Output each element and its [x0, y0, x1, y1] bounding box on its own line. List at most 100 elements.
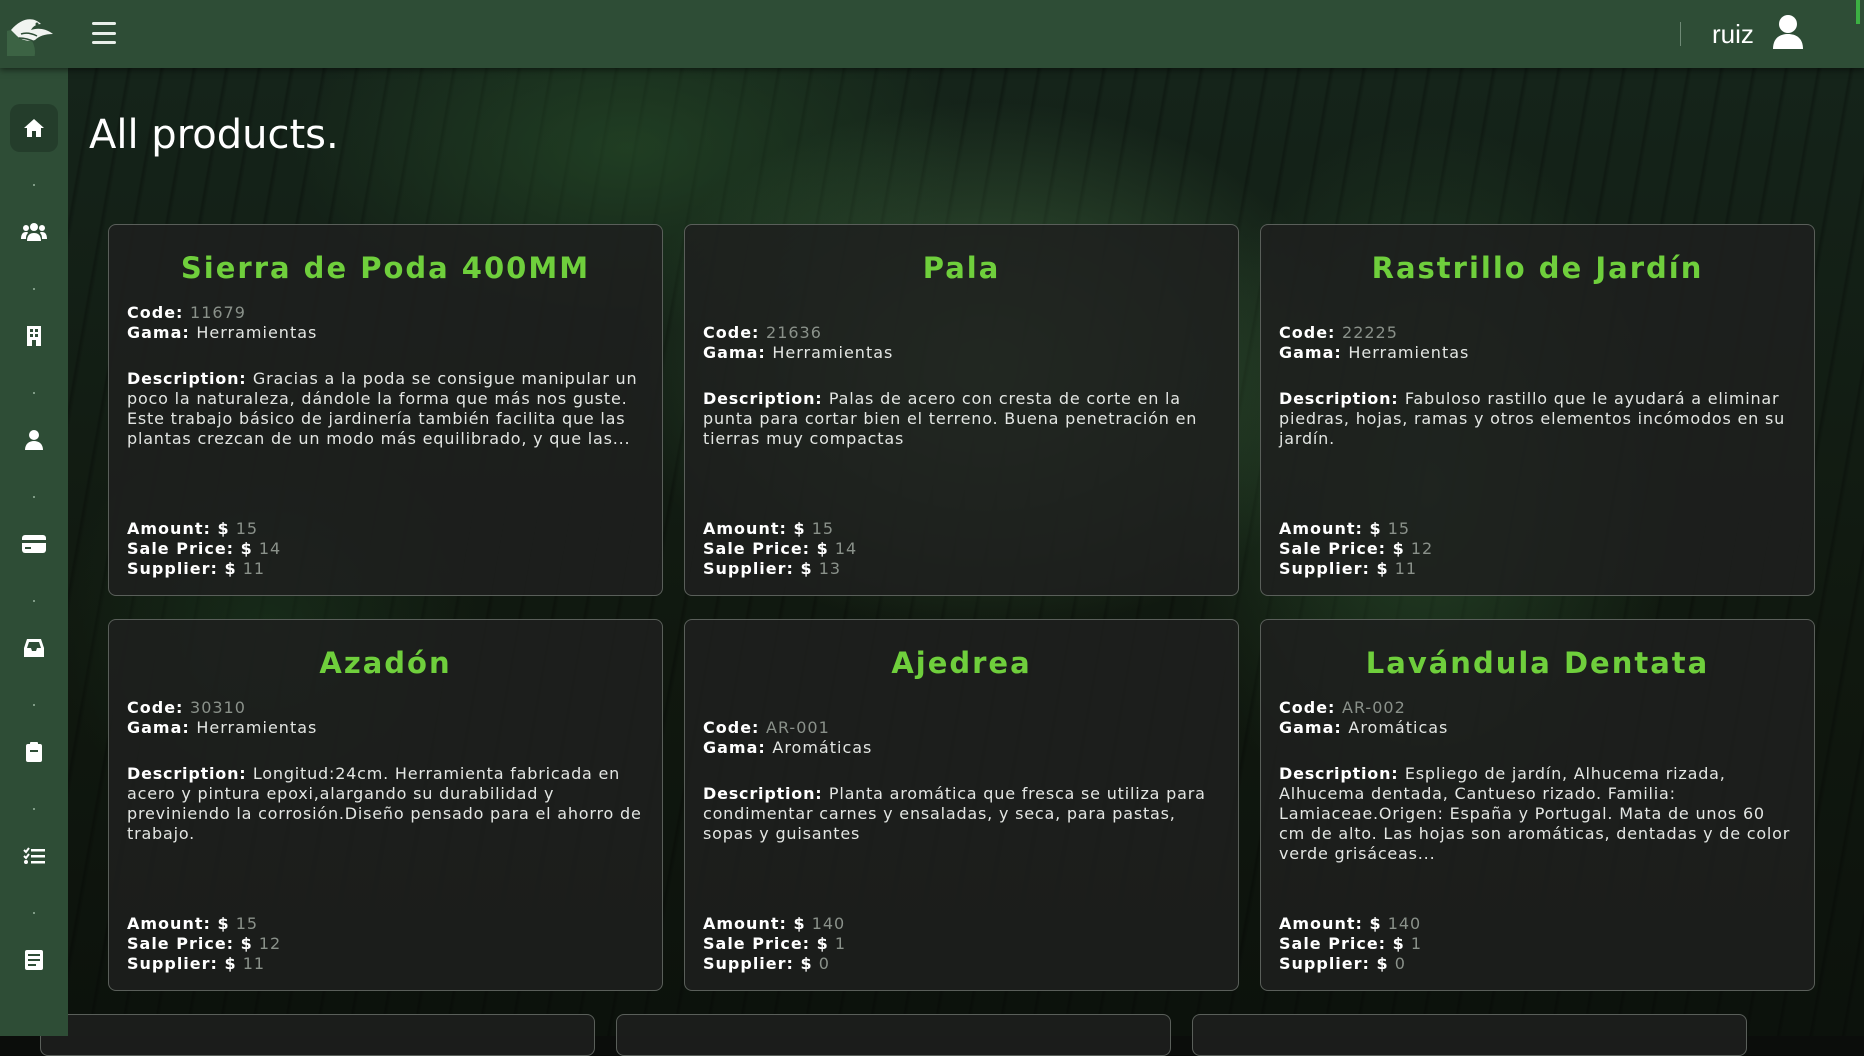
accent-strip: [1856, 0, 1860, 24]
user-icon: [25, 430, 43, 450]
gama-label: Gama: [1279, 718, 1335, 737]
currency-symbol: $: [217, 519, 230, 538]
product-code: 21636: [766, 323, 822, 342]
product-card[interactable]: Azadón Code: 30310 Gama: Herramientas De…: [108, 619, 663, 991]
sidebar-item-offices[interactable]: [10, 312, 58, 360]
gama-label: Gama: [703, 343, 759, 362]
product-card[interactable]: Rastrillo de Jardín Code: 22225 Gama: He…: [1260, 224, 1815, 596]
sale-price-label: Sale Price: [1279, 539, 1379, 558]
product-card[interactable]: Pala Code: 21636 Gama: Herramientas Desc…: [684, 224, 1239, 596]
product-gama-row: Gama: Herramientas: [127, 323, 318, 342]
home-icon: [24, 119, 44, 137]
currency-symbol: $: [1392, 539, 1405, 558]
product-grid-next-row: [40, 1014, 1747, 1056]
product-grid: Sierra de Poda 400MM Code: 11679 Gama: H…: [108, 224, 1815, 991]
product-code: AR-002: [1342, 698, 1406, 717]
sidebar-separator: [33, 184, 35, 186]
gama-label: Gama: [1279, 343, 1335, 362]
sidebar-item-clipboard[interactable]: [10, 728, 58, 776]
user-name[interactable]: ruiz: [1712, 18, 1754, 50]
document-icon: [25, 950, 43, 970]
currency-symbol: $: [1376, 559, 1389, 578]
sidebar-item-employees[interactable]: [10, 416, 58, 464]
currency-symbol: $: [1392, 934, 1405, 953]
sidebar-item-tasks[interactable]: [10, 832, 58, 880]
product-supplier: 13: [818, 559, 842, 578]
sidebar: [0, 68, 68, 1036]
code-label: Code: [703, 718, 753, 737]
sidebar-item-home[interactable]: [10, 104, 58, 152]
sidebar-separator: [33, 496, 35, 498]
product-prices: Amount: $ 15 Sale Price: $ 14 Supplier: …: [127, 519, 282, 578]
description-label: Description: [1279, 389, 1392, 408]
sidebar-item-documents[interactable]: [10, 936, 58, 984]
product-code-row: Code: 30310: [127, 698, 246, 717]
product-card[interactable]: Ajedrea Code: AR-001 Gama: Aromáticas De…: [684, 619, 1239, 991]
code-label: Code: [127, 698, 177, 717]
product-sale-price: 1: [834, 934, 847, 953]
product-amount: 140: [1387, 914, 1422, 933]
sale-price-label: Sale Price: [703, 934, 803, 953]
currency-symbol: $: [1369, 914, 1382, 933]
product-card[interactable]: [1192, 1014, 1747, 1056]
sidebar-item-payments[interactable]: [10, 520, 58, 568]
bird-logo-icon[interactable]: [0, 0, 68, 68]
building-icon: [27, 326, 41, 346]
product-gama: Herramientas: [1348, 343, 1470, 362]
menu-toggle-button[interactable]: [92, 22, 116, 44]
product-name: Pala: [922, 251, 1001, 285]
currency-symbol: $: [816, 934, 829, 953]
product-gama-row: Gama: Aromáticas: [1279, 718, 1449, 737]
amount-label: Amount: [127, 519, 204, 538]
product-name: Lavándula Dentata: [1365, 646, 1710, 680]
product-gama: Herramientas: [196, 718, 318, 737]
product-sale-price: 14: [258, 539, 282, 558]
product-gama-row: Gama: Herramientas: [703, 343, 894, 362]
product-code-row: Code: 11679: [127, 303, 246, 322]
sale-price-label: Sale Price: [1279, 934, 1379, 953]
product-code: AR-001: [766, 718, 830, 737]
sidebar-item-users[interactable]: [10, 208, 58, 256]
users-icon: [21, 223, 47, 241]
amount-label: Amount: [1279, 519, 1356, 538]
product-description-row: Description: Planta aromática que fresca…: [703, 784, 1206, 843]
product-description-row: Description: Palas de acero con cresta d…: [703, 389, 1198, 448]
product-prices: Amount: $ 140 Sale Price: $ 1 Supplier: …: [1279, 914, 1423, 973]
product-prices: Amount: $ 15 Sale Price: $ 12 Supplier: …: [127, 914, 282, 973]
sidebar-separator: [33, 704, 35, 706]
product-sale-price: 12: [258, 934, 282, 953]
product-description-row: Description: Gracias a la poda se consig…: [127, 369, 638, 448]
menu-bar: [92, 41, 116, 44]
sidebar-item-orders[interactable]: [10, 624, 58, 672]
page-title: All products.: [89, 112, 339, 158]
product-card[interactable]: Lavándula Dentata Code: AR-002 Gama: Aro…: [1260, 619, 1815, 991]
description-label: Description: [127, 764, 240, 783]
product-name: Ajedrea: [891, 646, 1032, 680]
currency-symbol: $: [800, 954, 813, 973]
product-description-row: Description: Fabuloso rastillo que le ay…: [1279, 389, 1786, 448]
product-gama: Aromáticas: [772, 738, 873, 757]
currency-symbol: $: [800, 559, 813, 578]
product-supplier: 11: [242, 954, 266, 973]
product-code: 30310: [190, 698, 246, 717]
user-avatar-icon[interactable]: [1772, 14, 1804, 50]
supplier-label: Supplier: [127, 559, 211, 578]
gama-label: Gama: [127, 718, 183, 737]
product-card[interactable]: [40, 1014, 595, 1056]
product-supplier: 0: [1394, 954, 1406, 973]
amount-label: Amount: [703, 914, 780, 933]
product-name: Rastrillo de Jardín: [1371, 251, 1704, 285]
sidebar-separator: [33, 912, 35, 914]
product-code-row: Code: 21636: [703, 323, 822, 342]
product-code: 22225: [1342, 323, 1398, 342]
product-card[interactable]: Sierra de Poda 400MM Code: 11679 Gama: H…: [108, 224, 663, 596]
product-gama: Aromáticas: [1348, 718, 1449, 737]
gama-label: Gama: [127, 323, 183, 342]
currency-symbol: $: [816, 539, 829, 558]
product-sale-price: 14: [834, 539, 858, 558]
product-gama: Herramientas: [196, 323, 318, 342]
product-card[interactable]: [616, 1014, 1171, 1056]
product-gama-row: Gama: Herramientas: [1279, 343, 1470, 362]
currency-symbol: $: [240, 539, 253, 558]
product-amount: 15: [1387, 519, 1411, 538]
